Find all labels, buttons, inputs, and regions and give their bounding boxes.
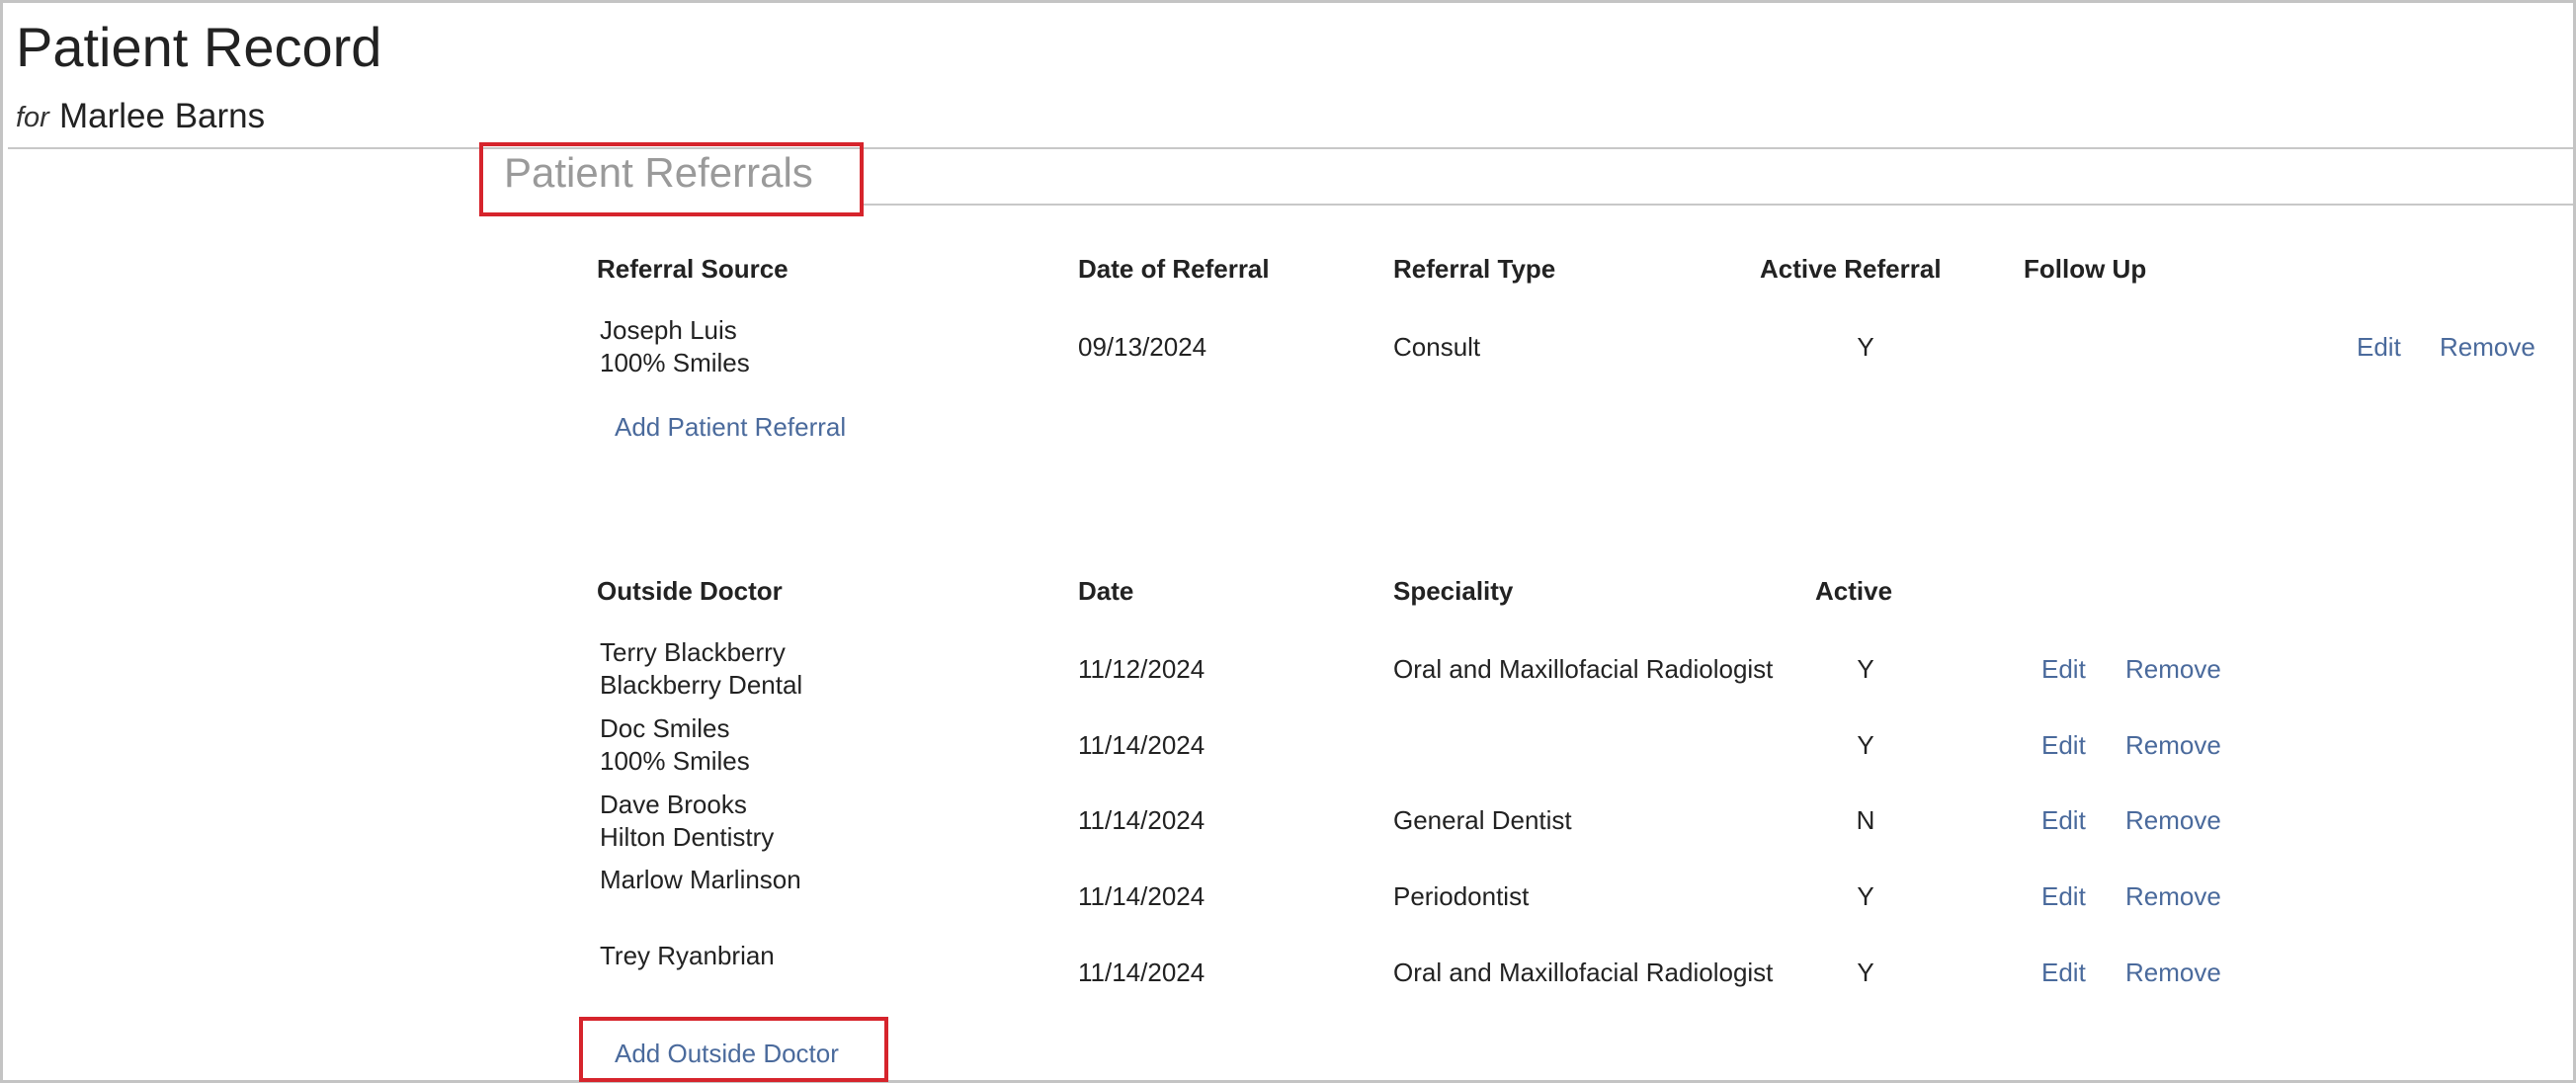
doctor-date: 11/14/2024 xyxy=(1078,805,1205,835)
doctor-active: N xyxy=(1856,805,1875,835)
doctor-active: Y xyxy=(1857,654,1874,684)
doctor-name: Marlow Marlinson xyxy=(600,865,801,894)
doctor-practice: Hilton Dentistry xyxy=(600,822,775,852)
doctor-active: Y xyxy=(1857,881,1874,911)
referral-date: 09/13/2024 xyxy=(1078,332,1207,362)
doctor-date: 11/14/2024 xyxy=(1078,730,1205,760)
section-divider xyxy=(863,204,2573,206)
remove-doctor-link[interactable]: Remove xyxy=(2125,881,2221,912)
header-speciality: Speciality xyxy=(1393,576,1514,606)
doctor-date: 11/14/2024 xyxy=(1078,881,1205,911)
doctor-speciality: Oral and Maxillofacial Radiologist xyxy=(1393,654,1774,684)
edit-doctor-link[interactable]: Edit xyxy=(2041,805,2086,836)
add-patient-referral-link[interactable]: Add Patient Referral xyxy=(615,412,846,443)
header-active: Active xyxy=(1815,576,1893,606)
doctor-speciality: Periodontist xyxy=(1393,881,1530,911)
remove-doctor-link[interactable]: Remove xyxy=(2125,958,2221,988)
doctor-practice: Blackberry Dental xyxy=(600,670,803,700)
header-follow-up: Follow Up xyxy=(2024,254,2147,284)
doctor-name: Terry Blackberry xyxy=(600,637,786,667)
doctor-date: 11/12/2024 xyxy=(1078,654,1205,684)
header-active-referral: Active Referral xyxy=(1760,254,1942,284)
header-divider xyxy=(8,147,2573,149)
header-referral-type: Referral Type xyxy=(1393,254,1556,284)
header-date-of-referral: Date of Referral xyxy=(1078,254,1270,284)
section-title-highlight xyxy=(479,142,864,216)
doctor-name: Trey Ryanbrian xyxy=(600,941,775,970)
referral-type: Consult xyxy=(1393,332,1481,362)
doctor-name: Dave Brooks xyxy=(600,790,747,819)
remove-doctor-link[interactable]: Remove xyxy=(2125,805,2221,836)
edit-doctor-link[interactable]: Edit xyxy=(2041,958,2086,988)
patient-name: Marlee Barns xyxy=(59,97,266,135)
doctor-active: Y xyxy=(1857,958,1874,987)
edit-doctor-link[interactable]: Edit xyxy=(2041,881,2086,912)
remove-doctor-link[interactable]: Remove xyxy=(2125,654,2221,685)
doctor-speciality: Oral and Maxillofacial Radiologist xyxy=(1393,958,1774,987)
doctor-name: Doc Smiles xyxy=(600,713,730,743)
referral-source-practice: 100% Smiles xyxy=(600,348,750,377)
remove-doctor-link[interactable]: Remove xyxy=(2125,730,2221,761)
subtitle-prefix: for xyxy=(16,102,49,133)
page-title: Patient Record xyxy=(16,16,382,78)
referral-active: Y xyxy=(1857,332,1874,362)
add-outside-doctor-highlight xyxy=(579,1017,888,1082)
doctor-speciality: General Dentist xyxy=(1393,805,1572,835)
doctor-date: 11/14/2024 xyxy=(1078,958,1205,987)
edit-doctor-link[interactable]: Edit xyxy=(2041,654,2086,685)
header-date: Date xyxy=(1078,576,1134,606)
page-frame: Patient Record for Marlee Barns Patient … xyxy=(0,0,2576,1083)
header-outside-doctor: Outside Doctor xyxy=(597,576,783,606)
edit-referral-link[interactable]: Edit xyxy=(2357,332,2401,363)
edit-doctor-link[interactable]: Edit xyxy=(2041,730,2086,761)
header-referral-source: Referral Source xyxy=(597,254,789,284)
doctor-active: Y xyxy=(1857,730,1874,760)
referral-source-name: Joseph Luis xyxy=(600,315,737,345)
doctor-practice: 100% Smiles xyxy=(600,746,750,776)
remove-referral-link[interactable]: Remove xyxy=(2440,332,2535,363)
